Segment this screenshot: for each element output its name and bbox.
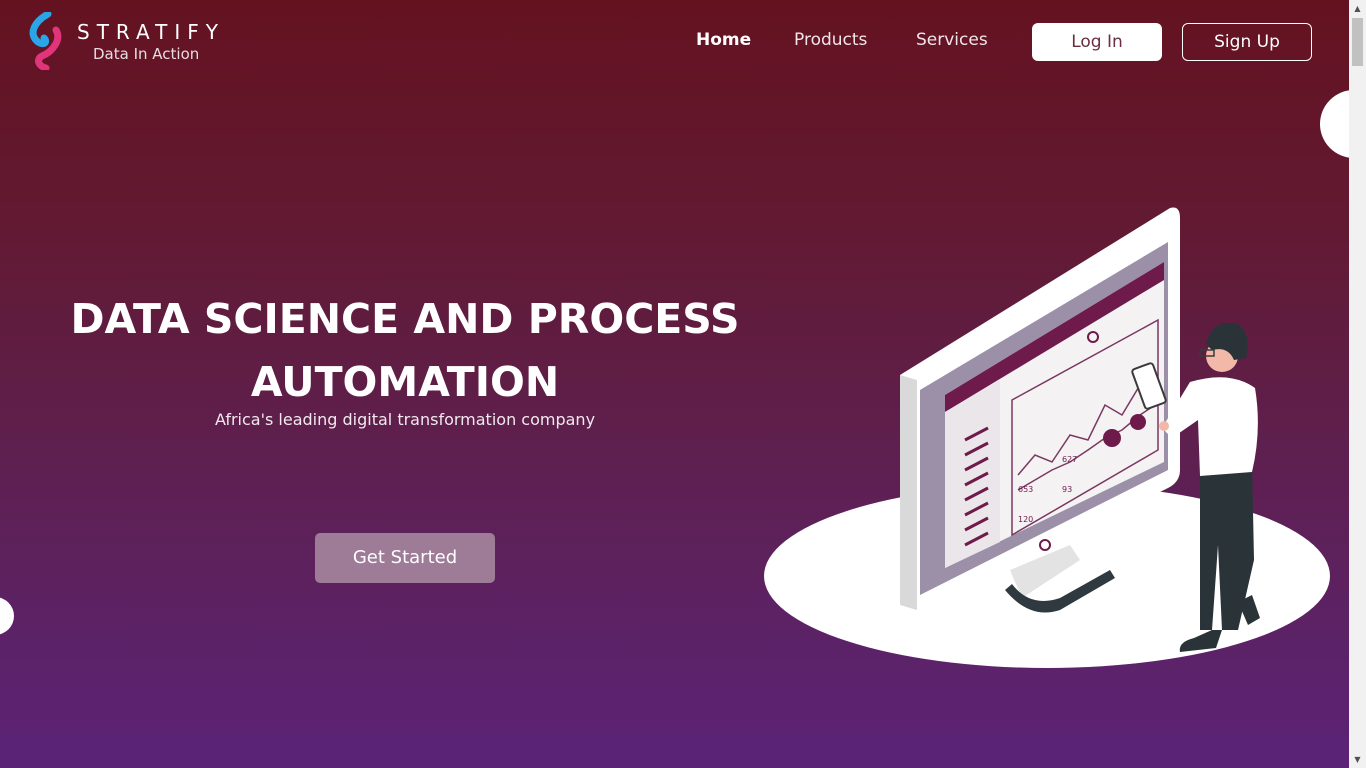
nav-products[interactable]: Products [794,30,867,50]
hero-title-line: AUTOMATION [250,358,560,406]
scroll-thumb[interactable] [1352,18,1363,66]
decorative-circle [1320,90,1349,158]
screen-label: 653 [1018,485,1033,494]
scroll-down-arrow-icon[interactable]: ▼ [1349,751,1366,768]
monitor-side [900,375,917,610]
brand-name: STRATIFY [77,20,225,44]
nav-home[interactable]: Home [696,30,751,50]
decorative-circle [0,597,14,635]
analytics-illustration: 653 627 93 120 [764,207,1330,668]
hero-subtitle: Africa's leading digital transformation … [214,410,596,429]
screen-label: 120 [1018,515,1033,524]
hero-title: DATA SCIENCE AND PROCESS AUTOMATION [50,288,760,414]
screen-label: 627 [1062,455,1077,464]
landing-page: STRATIFY Data In Action Home Products Se… [0,0,1349,768]
brand-tagline: Data In Action [93,45,200,63]
hero-title-line: DATA SCIENCE AND PROCESS [70,295,740,343]
signup-button[interactable]: Sign Up [1182,23,1312,61]
pie-chart [1103,429,1121,447]
get-started-button[interactable]: Get Started [315,533,495,583]
scroll-up-arrow-icon[interactable]: ▲ [1349,0,1366,17]
screen-label: 93 [1062,485,1072,494]
vertical-scrollbar[interactable]: ▲ ▼ [1349,0,1366,768]
stratify-logo-icon [29,12,62,70]
brand-logo[interactable]: STRATIFY Data In Action [26,12,226,72]
login-button[interactable]: Log In [1032,23,1162,61]
nav-services[interactable]: Services [916,30,988,50]
pie-chart [1130,414,1146,430]
